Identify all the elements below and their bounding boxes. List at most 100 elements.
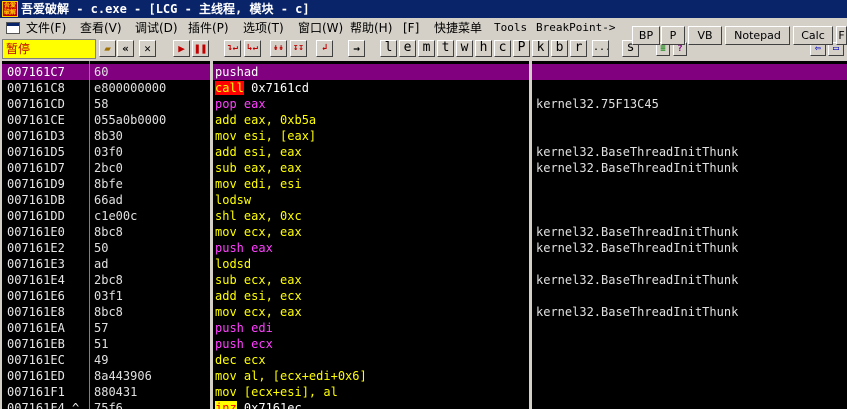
step-into-icon[interactable]: ↴↵: [224, 40, 241, 57]
address-cell: 007161DD: [7, 209, 65, 223]
toolbar-letter-r[interactable]: r: [570, 40, 587, 57]
menu-f[interactable]: [F]: [401, 18, 421, 38]
p-button[interactable]: P: [661, 26, 685, 45]
menu-view[interactable]: 查看(V): [78, 18, 124, 38]
hex-dump-cell: 8bfe: [94, 177, 123, 191]
disasm-row[interactable]: 007161D5 03f0 add esi, eax kernel32.BaseThr…: [2, 144, 847, 160]
toolbar-letter-c[interactable]: c: [494, 40, 511, 57]
address-cell: 007161ED: [7, 369, 65, 383]
disassembly-cell: push edi: [215, 320, 525, 336]
disasm-row[interactable]: 007161E6 03f1 add esi, ecx: [2, 288, 847, 304]
hex-dump-cell: c1e00c: [94, 209, 138, 223]
address-cell: 007161D9: [7, 177, 65, 191]
menu-tools[interactable]: Tools: [492, 18, 529, 38]
disassembly-cell: push ecx: [215, 336, 525, 352]
open-icon[interactable]: ▰: [99, 40, 116, 57]
goto-icon[interactable]: →: [348, 40, 365, 57]
menu-help[interactable]: 帮助(H): [348, 18, 394, 38]
toolbar-letter-k[interactable]: k: [532, 40, 549, 57]
opcode: add: [215, 113, 237, 127]
close-icon[interactable]: ✕: [139, 40, 156, 57]
disasm-row[interactable]: 007161E3 ad lodsd: [2, 256, 847, 272]
hex-dump-cell: 58: [94, 97, 109, 111]
address-cell: 007161DB: [7, 193, 65, 207]
disasm-row[interactable]: 007161E4 2bc8 sub ecx, eax kernel32.BaseThr…: [2, 272, 847, 288]
opcode: add: [215, 289, 237, 303]
operands: edi, esi: [236, 177, 302, 191]
hex-dump-cell: 66ad: [94, 193, 123, 207]
opcode: dec: [215, 353, 237, 367]
trace-over-icon[interactable]: ↧↧: [290, 40, 307, 57]
notepad-button[interactable]: Notepad: [725, 26, 790, 45]
step-over-icon[interactable]: ↳↵: [244, 40, 261, 57]
toolbar-letter-e[interactable]: e: [399, 40, 416, 57]
disassembly-cell: mov ecx, eax: [215, 304, 525, 320]
disasm-row[interactable]: 007161F4 ^ 75f6 jnz 0x7161ec: [2, 400, 847, 409]
opcode: push: [215, 337, 244, 351]
bp-button[interactable]: BP: [632, 26, 660, 45]
vb-button[interactable]: VB: [688, 26, 722, 45]
menu-plugins[interactable]: 插件(P): [186, 18, 231, 38]
disasm-row[interactable]: 007161C8 e800000000 call 0x7161cd: [2, 80, 847, 96]
toolbar-letter-t[interactable]: t: [437, 40, 454, 57]
disasm-row[interactable]: 007161CE 055a0b0000 add eax, 0xb5a: [2, 112, 847, 128]
operands: [ecx+esi], al: [236, 385, 338, 399]
opcode: pushad: [215, 65, 259, 79]
operands: eax, 0xc: [236, 209, 302, 223]
opcode: mov: [215, 369, 237, 383]
disasm-row[interactable]: 007161E0 8bc8 mov ecx, eax kernel32.BaseThr…: [2, 224, 847, 240]
disassembly-cell: mov [ecx+esi], al: [215, 384, 525, 400]
execute-till-return-icon[interactable]: ↲: [316, 40, 333, 57]
disasm-row[interactable]: 007161CD 58 pop eax kernel32.75F13C45: [2, 96, 847, 112]
disasm-row[interactable]: 007161EB 51 push ecx: [2, 336, 847, 352]
disasm-row[interactable]: 007161C7 60 pushad: [2, 64, 847, 80]
menu-shortcuts[interactable]: 快捷菜单: [432, 18, 484, 38]
disasm-row[interactable]: 007161D3 8b30 mov esi, [eax]: [2, 128, 847, 144]
menu-options[interactable]: 选项(T): [241, 18, 286, 38]
disasm-row[interactable]: 007161E8 8bc8 mov ecx, eax kernel32.BaseThr…: [2, 304, 847, 320]
pause-icon[interactable]: ❚❚: [192, 40, 209, 57]
disassembly-pane[interactable]: 007161F4 ^ 75f6 jnz 0x7161ec 007161F1 880431…: [2, 61, 847, 409]
disasm-row[interactable]: 007161EC 49 dec ecx: [2, 352, 847, 368]
column-divider[interactable]: [89, 61, 90, 409]
disassembly-cell: jnz 0x7161ec: [215, 400, 525, 409]
disasm-row[interactable]: 007161E2 50 push eax kernel32.BaseThreadIni…: [2, 240, 847, 256]
restart-icon[interactable]: «: [117, 40, 134, 57]
f-button[interactable]: F: [836, 26, 847, 45]
calc-button[interactable]: Calc: [793, 26, 833, 45]
hex-dump-cell: 03f1: [94, 289, 123, 303]
hex-dump-cell: e800000000: [94, 81, 167, 95]
disassembly-cell: add esi, ecx: [215, 288, 525, 304]
operands: ecx, eax: [236, 305, 302, 319]
run-icon[interactable]: ▶: [173, 40, 190, 57]
hex-dump-cell: 8b30: [94, 129, 123, 143]
operands: ecx: [236, 353, 266, 367]
column-divider[interactable]: [529, 61, 532, 409]
toolbar-letter-l[interactable]: l: [380, 40, 397, 57]
disasm-row[interactable]: 007161DB 66ad lodsw: [2, 192, 847, 208]
address-cell: 007161E2: [7, 241, 65, 255]
disasm-row[interactable]: 007161DD c1e00c shl eax, 0xc: [2, 208, 847, 224]
column-divider[interactable]: [210, 61, 213, 409]
disassembly-cell: push eax: [215, 240, 525, 256]
disasm-row[interactable]: 007161ED 8a443906 mov al, [ecx+edi+0x6]: [2, 368, 847, 384]
window-title: 吾爱破解 - c.exe - [LCG - 主线程, 模块 - c]: [21, 2, 310, 16]
menu-window[interactable]: 窗口(W): [296, 18, 345, 38]
toolbar-letter-h[interactable]: h: [475, 40, 492, 57]
opcode: call: [215, 81, 244, 95]
toolbar-letter-p[interactable]: P: [513, 40, 530, 57]
menu-debug[interactable]: 调试(D): [133, 18, 180, 38]
trace-into-icon[interactable]: ↡↡: [270, 40, 287, 57]
address-cell: 007161E3: [7, 257, 65, 271]
disasm-row[interactable]: 007161D7 2bc0 sub eax, eax kernel32.BaseThr…: [2, 160, 847, 176]
disasm-row[interactable]: 007161F1 880431 mov [ecx+esi], al: [2, 384, 847, 400]
menu-file[interactable]: 文件(F): [24, 18, 68, 38]
toolbar-letter-b[interactable]: b: [551, 40, 568, 57]
toolbar-ellipsis[interactable]: ...: [592, 40, 609, 57]
menu-breakpoint[interactable]: BreakPoint->: [534, 18, 617, 38]
disasm-row[interactable]: 007161EA 57 push edi: [2, 320, 847, 336]
toolbar-letter-m[interactable]: m: [418, 40, 435, 57]
toolbar-letter-w[interactable]: w: [456, 40, 473, 57]
system-menu-icon[interactable]: [6, 22, 20, 34]
disasm-row[interactable]: 007161D9 8bfe mov edi, esi: [2, 176, 847, 192]
